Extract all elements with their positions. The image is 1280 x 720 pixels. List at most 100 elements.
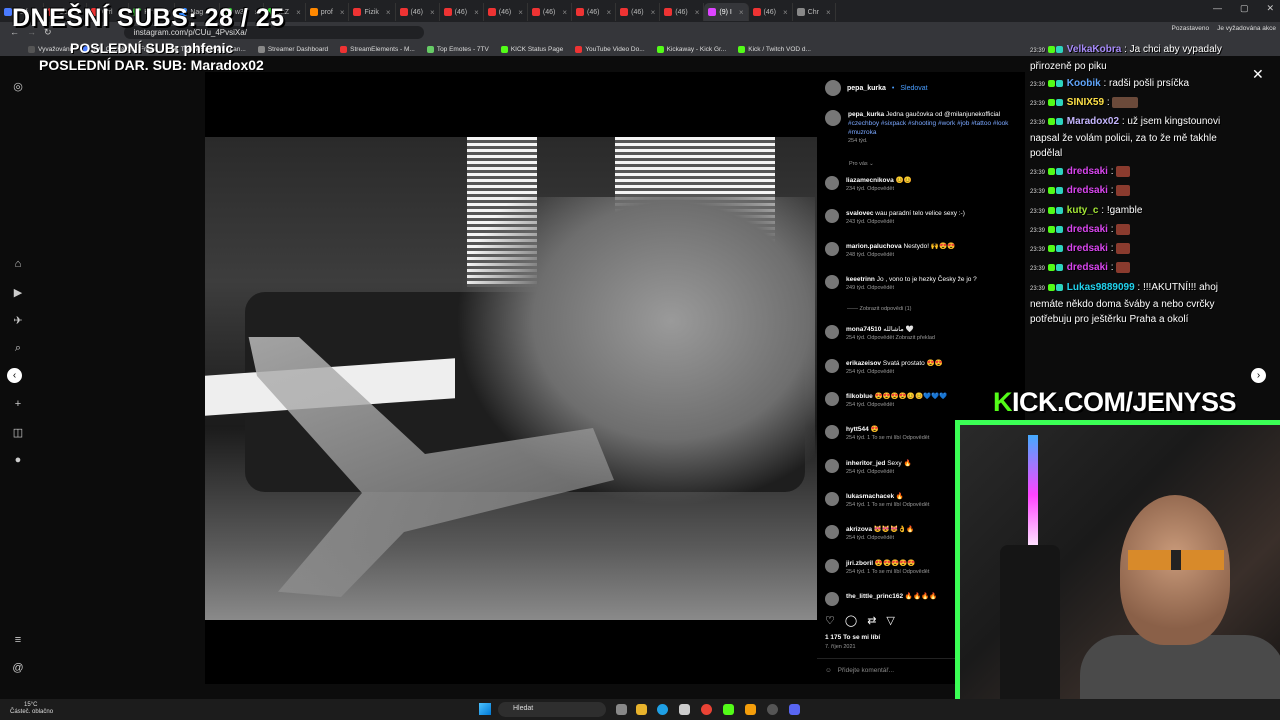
comment-username[interactable]: akrizova: [846, 526, 872, 533]
caption-hashtags[interactable]: #czechboy #sixpack #shooting #work #job …: [848, 119, 1025, 137]
comment-icon[interactable]: ◯: [845, 614, 857, 627]
comment-meta[interactable]: 254 týd. Odpovědět: [846, 534, 914, 543]
browser-tab[interactable]: (46) ×: [484, 3, 528, 21]
close-tab-icon[interactable]: ×: [739, 8, 744, 17]
send-icon[interactable]: ▽: [886, 614, 894, 627]
discord-icon[interactable]: [789, 704, 800, 715]
comment-meta[interactable]: 234 týd. Odpovědět: [846, 185, 912, 194]
comment-meta[interactable]: 248 týd. Odpovědět: [846, 251, 955, 260]
chat-nick[interactable]: dredsaki: [1067, 224, 1108, 235]
bookmark-item[interactable]: Kick / Twitch VOD d...: [738, 45, 811, 53]
close-tab-icon[interactable]: ×: [386, 8, 391, 17]
close-tab-icon[interactable]: ×: [783, 8, 788, 17]
bookmark-item[interactable]: Vyvažování: [28, 45, 71, 53]
view-replies-link[interactable]: —— Zobrazit odpovědi (1): [847, 305, 912, 314]
like-icon[interactable]: ♡: [825, 614, 835, 627]
browser-tab[interactable]: Chr ×: [793, 3, 836, 21]
comment-username[interactable]: marion.paluchova: [846, 243, 902, 250]
reels-icon[interactable]: ▶: [11, 286, 25, 300]
author-username[interactable]: pepa_kurka: [847, 85, 886, 92]
file-explorer-icon[interactable]: [636, 704, 647, 715]
comment-meta[interactable]: 254 týd. Odpovědět: [846, 401, 947, 410]
browser-tab[interactable]: (46) ×: [396, 3, 440, 21]
commenter-avatar[interactable]: [825, 392, 839, 406]
browser-tab[interactable]: (46) ×: [660, 3, 705, 21]
bookmark-item[interactable]: YouTube Video Do...: [575, 45, 645, 53]
chat-nick[interactable]: Koobik: [1067, 78, 1101, 89]
bookmark-item[interactable]: KICK Status Page: [500, 45, 563, 53]
minimize-icon[interactable]: —: [1213, 3, 1222, 14]
browser-tab[interactable]: (46) ×: [572, 3, 617, 21]
caption-author[interactable]: pepa_kurka: [848, 111, 884, 118]
comment-username[interactable]: erikazeisov: [846, 360, 881, 367]
like-count[interactable]: 1 175 To se mi líbí: [825, 634, 880, 641]
store-icon[interactable]: [679, 704, 690, 715]
close-tab-icon[interactable]: ×: [340, 8, 345, 17]
follow-button[interactable]: Sledovat: [900, 85, 927, 92]
app-icon[interactable]: [723, 704, 734, 715]
instagram-logo-icon[interactable]: ◎: [11, 80, 25, 94]
taskbar-search[interactable]: Hledat: [498, 702, 606, 717]
browser-tab[interactable]: Fizik ×: [349, 3, 396, 21]
browser-tab[interactable]: (46) ×: [616, 3, 661, 21]
add-comment-input[interactable]: Přidejte komentář...: [838, 667, 894, 674]
commenter-avatar[interactable]: [825, 242, 839, 256]
bookmark-item[interactable]: StreamElements - M...: [340, 45, 415, 53]
obs-icon[interactable]: [767, 704, 778, 715]
close-window-icon[interactable]: ✕: [1266, 3, 1274, 14]
profile-area[interactable]: Pozastaveno Je vyžadována akce: [1172, 25, 1277, 32]
task-view-icon[interactable]: [616, 704, 627, 715]
close-tab-icon[interactable]: ×: [826, 8, 831, 17]
comment-username[interactable]: inheritor_jed: [846, 460, 885, 467]
emoji-icon[interactable]: ☺: [825, 667, 832, 674]
chat-nick[interactable]: dredsaki: [1067, 166, 1108, 177]
for-you-label[interactable]: Pro vás ⌄: [849, 161, 874, 167]
start-icon[interactable]: [479, 703, 491, 715]
commenter-avatar[interactable]: [825, 209, 839, 223]
comment-username[interactable]: lukasmachacek: [846, 493, 894, 500]
commenter-avatar[interactable]: [825, 459, 839, 473]
share-icon[interactable]: ⇄: [867, 614, 876, 627]
close-post-icon[interactable]: ✕: [1252, 66, 1264, 83]
comment-meta[interactable]: 254 týd. Odpovědět Zobrazit překlad: [846, 334, 935, 343]
comment-username[interactable]: liazamecnikova: [846, 177, 894, 184]
close-tab-icon[interactable]: ×: [296, 8, 301, 17]
comment-username[interactable]: jiri.zboril: [846, 560, 873, 567]
chat-nick[interactable]: VelkaKobra: [1067, 44, 1121, 55]
browser-tab[interactable]: (46) ×: [749, 3, 793, 21]
comment-meta[interactable]: 254 týd. Odpovědět: [846, 368, 943, 377]
comment-username[interactable]: hytt544: [846, 426, 869, 433]
edge-icon[interactable]: [657, 704, 668, 715]
comment-username[interactable]: keeetrinn: [846, 276, 875, 283]
browser-tab[interactable]: prof ×: [306, 3, 350, 21]
weather-widget[interactable]: 15°C Částeč. oblačno: [10, 699, 53, 716]
chat-nick[interactable]: dredsaki: [1067, 262, 1108, 273]
comment-username[interactable]: svalovec: [846, 210, 873, 217]
chat-nick[interactable]: dredsaki: [1067, 243, 1108, 254]
commenter-avatar[interactable]: [825, 359, 839, 373]
commenter-avatar[interactable]: [825, 592, 839, 606]
comment-meta[interactable]: 243 týd. Odpovědět: [846, 218, 965, 227]
comment-meta[interactable]: 254 týd. 1 To se mi líbí Odpovědět: [846, 434, 929, 443]
comment-meta[interactable]: 254 týd. Odpovědět: [846, 468, 912, 477]
home-icon[interactable]: ⌂: [11, 258, 25, 272]
app-icon[interactable]: [745, 704, 756, 715]
commenter-avatar[interactable]: [825, 176, 839, 190]
author-avatar[interactable]: [825, 110, 841, 126]
comment-meta[interactable]: 249 týd. Odpovědět: [846, 284, 977, 293]
search-icon[interactable]: ⌕: [11, 342, 25, 356]
explore-icon[interactable]: ◫: [11, 426, 25, 440]
close-tab-icon[interactable]: ×: [695, 8, 700, 17]
commenter-avatar[interactable]: [825, 492, 839, 506]
chat-nick[interactable]: kuty_c: [1067, 205, 1099, 216]
previous-post-icon[interactable]: ‹: [7, 368, 22, 383]
chat-nick[interactable]: Lukas9889099: [1067, 282, 1135, 293]
comment-meta[interactable]: 254 týd. 1 To se mi líbí Odpovědět: [846, 501, 929, 510]
chat-nick[interactable]: dredsaki: [1067, 185, 1108, 196]
close-tab-icon[interactable]: ×: [430, 8, 435, 17]
browser-tab[interactable]: (9) I ×: [704, 3, 749, 21]
commenter-avatar[interactable]: [825, 559, 839, 573]
chat-nick[interactable]: SINIX59: [1067, 97, 1104, 108]
close-tab-icon[interactable]: ×: [474, 8, 479, 17]
close-tab-icon[interactable]: ×: [562, 8, 567, 17]
